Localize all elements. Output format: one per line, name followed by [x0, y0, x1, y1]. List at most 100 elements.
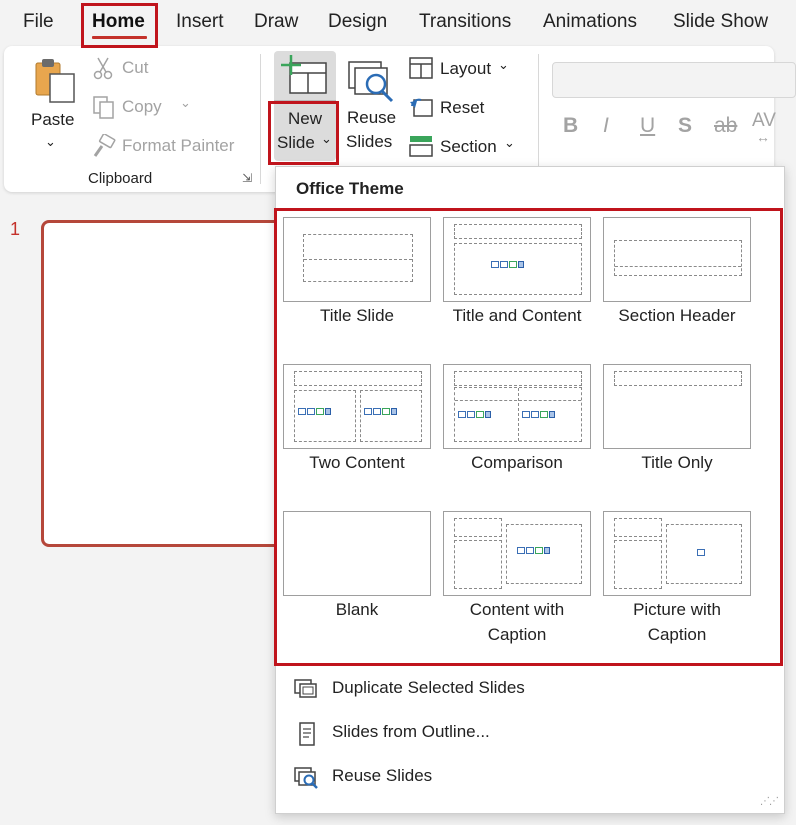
placeholder	[666, 524, 742, 584]
reuse-label-1: Reuse	[347, 108, 397, 127]
layout-thumbnail	[603, 511, 751, 596]
placeholder	[294, 371, 422, 386]
layout-label: Title Slide	[319, 306, 394, 325]
clipboard-group-label: Clipboard	[88, 170, 153, 187]
layout-thumbnail	[603, 364, 751, 449]
placeholder	[506, 524, 582, 584]
placeholder	[454, 224, 582, 239]
paste-button[interactable]: Paste ⌄	[28, 56, 78, 156]
content-icons	[522, 411, 555, 418]
tab-slide-show[interactable]: Slide Show	[673, 0, 768, 44]
reset-icon	[410, 98, 433, 117]
duplicate-selected-slides-item[interactable]: Duplicate Selected Slides	[294, 676, 764, 704]
layout-thumbnail	[443, 511, 591, 596]
layout-label-line-2: Caption	[647, 625, 707, 644]
spacing-arrow-icon: ↔	[756, 129, 770, 145]
active-tab-indicator	[92, 36, 147, 39]
section-icon	[409, 136, 433, 157]
chevron-down-icon: ⌄	[504, 135, 515, 150]
layout-label-line-2: Caption	[487, 625, 547, 644]
placeholder	[303, 234, 413, 282]
content-icons	[517, 547, 550, 554]
layout-thumbnail	[443, 364, 591, 449]
strikethrough-button[interactable]: ab	[714, 114, 737, 138]
copy-label: Copy	[122, 97, 162, 116]
tab-draw[interactable]: Draw	[254, 0, 298, 44]
reuse-slides-button[interactable]: Reuse Slides	[344, 56, 400, 156]
slides-from-outline-item[interactable]: Slides from Outline...	[294, 720, 764, 748]
placeholder	[614, 540, 662, 589]
paintbrush-icon	[93, 134, 116, 157]
group-divider	[538, 54, 539, 184]
placeholder-divider	[518, 388, 519, 441]
underline-button[interactable]: U	[640, 114, 655, 138]
resize-grip-icon[interactable]: ⋰⋰	[760, 796, 779, 807]
layout-label: Title Only	[641, 453, 713, 472]
tab-animations[interactable]: Animations	[543, 0, 637, 44]
layout-label: Blank	[335, 600, 379, 619]
layout-label: Title and Content	[452, 306, 582, 325]
placeholder	[614, 371, 742, 386]
placeholder	[614, 240, 742, 276]
ribbon-tab-bar: File Home Insert Draw Design Transitions…	[0, 0, 796, 44]
section-button[interactable]: Section ⌄	[409, 134, 519, 160]
layout-label-line-1: Content with	[469, 600, 565, 619]
font-name-combobox[interactable]	[552, 62, 796, 98]
cut-button[interactable]: Cut	[92, 56, 252, 82]
reuse-slides-item[interactable]: Reuse Slides	[294, 764, 764, 792]
tab-design[interactable]: Design	[328, 0, 387, 44]
layout-thumbnail	[603, 217, 751, 302]
italic-button[interactable]: I	[603, 114, 609, 138]
paste-label: Paste	[31, 110, 75, 129]
placeholder	[360, 390, 422, 442]
tab-insert[interactable]: Insert	[176, 0, 224, 44]
paste-icon	[35, 59, 75, 103]
outline-label: Slides from Outline...	[332, 722, 490, 741]
reuse-item-label: Reuse Slides	[332, 766, 433, 785]
reset-button[interactable]: Reset	[409, 95, 519, 121]
text-shadow-button[interactable]: S	[678, 114, 692, 138]
reuse-slides-icon	[294, 767, 318, 789]
content-icons	[364, 408, 397, 415]
new-slide-top-half	[274, 51, 336, 101]
placeholder-divider	[455, 400, 581, 401]
content-icons	[458, 411, 491, 418]
layout-label: Two Content	[309, 453, 405, 472]
format-painter-label: Format Painter	[122, 136, 235, 155]
dialog-launcher-icon[interactable]: ⇲	[242, 171, 252, 185]
placeholder	[294, 390, 356, 442]
picture-icon	[697, 549, 705, 556]
chevron-down-icon: ⌄	[180, 95, 191, 110]
placeholder-divider	[615, 266, 741, 267]
layout-label-line-1: Picture with	[633, 600, 721, 619]
tab-file[interactable]: File	[23, 0, 54, 44]
new-slide-icon	[281, 55, 327, 94]
cut-label: Cut	[122, 58, 149, 77]
outline-document-icon	[299, 722, 315, 746]
new-slide-label-1: New	[288, 109, 323, 128]
layout-thumbnail	[283, 511, 431, 596]
reset-label: Reset	[440, 98, 485, 117]
copy-button[interactable]: Copy ⌄	[92, 95, 252, 121]
duplicate-slides-icon	[294, 679, 317, 698]
placeholder	[614, 518, 662, 537]
tab-transitions[interactable]: Transitions	[419, 0, 511, 44]
layout-label: Section Header	[618, 306, 736, 325]
layout-button[interactable]: Layout ⌄	[409, 56, 519, 82]
copy-icon	[93, 96, 114, 119]
slide-number: 1	[10, 219, 21, 239]
layout-icon	[409, 57, 433, 79]
duplicate-label: Duplicate Selected Slides	[332, 678, 525, 697]
new-slide-button[interactable]: New Slide ⌄	[274, 51, 336, 161]
bold-button[interactable]: B	[563, 114, 578, 138]
new-slide-label-2: Slide	[277, 133, 315, 152]
placeholder	[454, 243, 582, 295]
format-painter-button[interactable]: Format Painter	[92, 134, 262, 160]
chevron-down-icon: ⌄	[498, 57, 509, 72]
new-slide-dropdown: Office Theme Title Slide Title and Conte…	[275, 166, 785, 814]
group-divider	[260, 54, 261, 184]
section-label: Section	[440, 137, 497, 156]
layout-thumbnail	[283, 217, 431, 302]
reuse-slides-icon	[348, 61, 394, 103]
placeholder	[454, 387, 582, 442]
